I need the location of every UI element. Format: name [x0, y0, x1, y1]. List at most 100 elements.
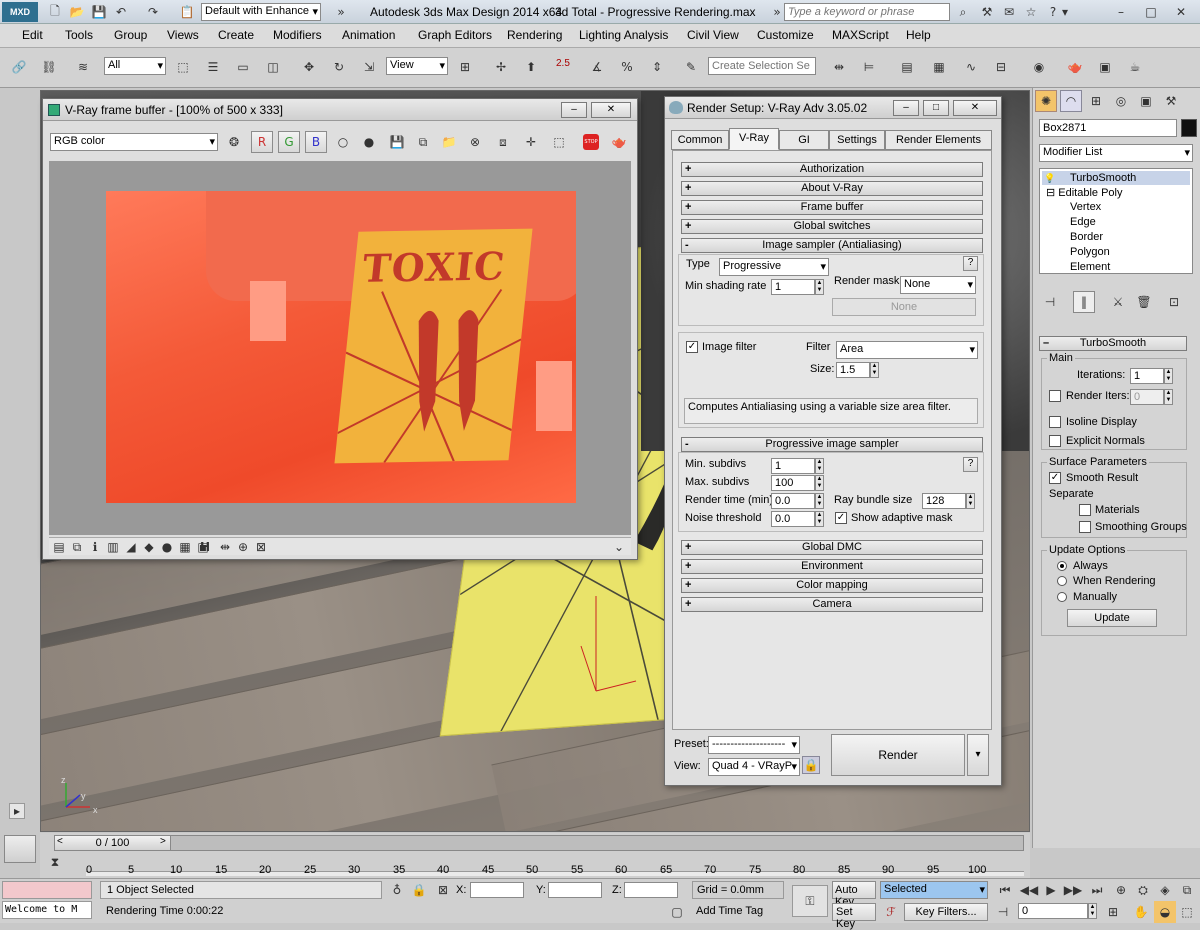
current-frame-field[interactable]: 0: [1018, 903, 1088, 919]
modifier-stack[interactable]: 💡 TurboSmooth ⊟ Editable Poly Vertex Edg…: [1039, 168, 1193, 274]
fb-levels-icon[interactable]: ▦: [177, 536, 193, 558]
rollout-global-dmc[interactable]: + Global DMC: [681, 540, 983, 555]
minimize-icon[interactable]: –: [1110, 1, 1132, 23]
stack-item-edge[interactable]: Edge: [1070, 216, 1096, 228]
close-icon[interactable]: ✕: [1170, 1, 1192, 23]
binoculars-icon[interactable]: ⌕: [952, 1, 974, 23]
save-image-icon[interactable]: 💾: [386, 131, 408, 153]
menu-create[interactable]: Create: [218, 28, 254, 42]
noise-threshold-field[interactable]: 0.0: [771, 511, 815, 527]
rollout-authorization[interactable]: + Authorization: [681, 162, 983, 177]
menu-edit[interactable]: Edit: [22, 28, 43, 42]
menu-modifiers[interactable]: Modifiers: [273, 28, 322, 42]
save-file-icon[interactable]: 💾: [88, 1, 110, 23]
absolute-mode-icon[interactable]: ⊠: [432, 879, 454, 901]
progressive-help-button[interactable]: ?: [963, 457, 978, 472]
modify-tab-icon[interactable]: ◠: [1060, 90, 1082, 112]
save-all-icon[interactable]: ⧉: [412, 131, 434, 153]
ray-bundle-field[interactable]: 128: [922, 493, 966, 509]
spinner-snap-icon[interactable]: ⇕: [646, 56, 668, 78]
clear-image-icon[interactable]: ⊗: [464, 131, 486, 153]
min-subdivs-field[interactable]: 1: [771, 458, 815, 474]
rollout-environment[interactable]: + Environment: [681, 559, 983, 574]
move-icon[interactable]: ✥: [298, 56, 320, 78]
rollout-color-mapping[interactable]: + Color mapping: [681, 578, 983, 593]
orbit-icon[interactable]: ⛭: [1132, 879, 1154, 901]
color-channels-icon[interactable]: ❂: [223, 131, 245, 153]
rect-selection-icon[interactable]: ▭: [232, 56, 254, 78]
rendered-frame-window-icon[interactable]: ▣: [1094, 56, 1116, 78]
make-unique-icon[interactable]: ⚔: [1107, 291, 1129, 313]
smooth-result-checkbox[interactable]: ✓: [1049, 472, 1061, 484]
pivot-center-icon[interactable]: ⊞: [454, 56, 476, 78]
rollout-global-switches[interactable]: + Global switches: [681, 219, 983, 234]
add-time-tag-button[interactable]: Add Time Tag: [692, 903, 784, 921]
min-subdivs-spinner[interactable]: ▲ ▼: [815, 458, 824, 474]
play-icon[interactable]: ▶: [1040, 879, 1062, 901]
stack-item-element[interactable]: Element: [1070, 261, 1110, 273]
when-rendering-radio[interactable]: [1057, 576, 1067, 586]
keyboard-shortcut-icon[interactable]: ⬆: [520, 56, 542, 78]
communication-icon[interactable]: ✉: [998, 1, 1020, 23]
fb-info-icon[interactable]: ℹ: [87, 536, 103, 558]
iterations-field[interactable]: 1: [1130, 368, 1164, 384]
goto-start-icon[interactable]: ⏮: [994, 879, 1016, 901]
update-button[interactable]: Update: [1067, 609, 1157, 627]
rollout-about-vray[interactable]: + About V-Ray: [681, 181, 983, 196]
menu-help[interactable]: Help: [906, 28, 931, 42]
zoom-extents-icon[interactable]: ⊕: [1110, 879, 1132, 901]
selection-filter-select[interactable]: All: [104, 57, 166, 75]
material-editor-icon[interactable]: ◉: [1028, 56, 1050, 78]
auto-key-button[interactable]: Auto Key: [832, 881, 876, 908]
track-mouse-icon[interactable]: ✛: [520, 131, 542, 153]
x-coordinate-field[interactable]: [470, 882, 524, 898]
mini-listener-toggle[interactable]: [4, 835, 36, 863]
new-file-icon[interactable]: 🗋: [44, 1, 66, 23]
favorites-star-icon[interactable]: ☆: [1020, 1, 1042, 23]
render-button[interactable]: Render: [831, 734, 965, 776]
create-tab-icon[interactable]: ✺: [1035, 90, 1057, 112]
preset-select[interactable]: --------------------: [708, 736, 800, 754]
hierarchy-tab-icon[interactable]: ⊞: [1085, 90, 1107, 112]
window-crossing-icon[interactable]: ◫: [262, 56, 284, 78]
modifier-list-select[interactable]: Modifier List: [1039, 144, 1193, 162]
view-select[interactable]: Quad 4 - VRayP: [708, 758, 800, 776]
more-icon[interactable]: »: [330, 1, 352, 23]
rs-close-button[interactable]: ✕: [953, 100, 997, 116]
project-folder-icon[interactable]: 📋: [176, 1, 198, 23]
stop-render-icon[interactable]: STOP: [580, 131, 602, 153]
app-logo[interactable]: MXD: [2, 2, 38, 22]
scale-icon[interactable]: ⇲: [358, 56, 380, 78]
select-manipulate-icon[interactable]: ✢: [490, 56, 512, 78]
alpha-channel-icon[interactable]: ○: [332, 131, 354, 153]
render-time-spinner[interactable]: ▲ ▼: [815, 493, 824, 509]
key-selection-select[interactable]: Selected: [880, 881, 988, 899]
field-of-view-icon[interactable]: ⧉: [1176, 879, 1198, 901]
slider-next-icon[interactable]: >: [160, 836, 166, 847]
always-radio[interactable]: [1057, 561, 1067, 571]
iterations-spinner[interactable]: ▲ ▼: [1164, 368, 1173, 384]
isoline-display-checkbox[interactable]: [1049, 416, 1061, 428]
menu-graph-editors[interactable]: Graph Editors: [418, 28, 492, 42]
slider-prev-icon[interactable]: <: [57, 836, 63, 847]
min-shading-rate-spinner[interactable]: ▲ ▼: [815, 279, 824, 295]
rs-maximize-button[interactable]: □: [923, 100, 949, 116]
red-channel-button[interactable]: R: [251, 131, 273, 153]
turbosmooth-rollout-header[interactable]: – TurboSmooth: [1039, 336, 1187, 351]
fb-stamp-icon[interactable]: ⊠: [253, 536, 269, 558]
render-setup-icon[interactable]: 🫖: [1064, 56, 1086, 78]
tab-common[interactable]: Common: [671, 130, 729, 150]
maximize-viewport-icon[interactable]: ⬚: [1176, 901, 1198, 923]
render-mask-select[interactable]: None: [900, 276, 976, 294]
reference-coordinate-select[interactable]: View: [386, 57, 448, 75]
mirror-icon[interactable]: ⇹: [828, 56, 850, 78]
min-shading-rate-field[interactable]: 1: [771, 279, 815, 295]
object-color-swatch[interactable]: [1181, 119, 1197, 137]
sampler-type-select[interactable]: Progressive: [719, 258, 829, 276]
fb-lut-icon[interactable]: ◆: [141, 536, 157, 558]
unlink-icon[interactable]: ⛓: [38, 56, 60, 78]
curve-editor-mini-icon[interactable]: ⧗: [46, 853, 64, 871]
play-arrow-icon[interactable]: ▸: [9, 803, 25, 819]
menu-rendering[interactable]: Rendering: [507, 28, 562, 42]
render-last-icon[interactable]: 🫖: [608, 131, 630, 153]
